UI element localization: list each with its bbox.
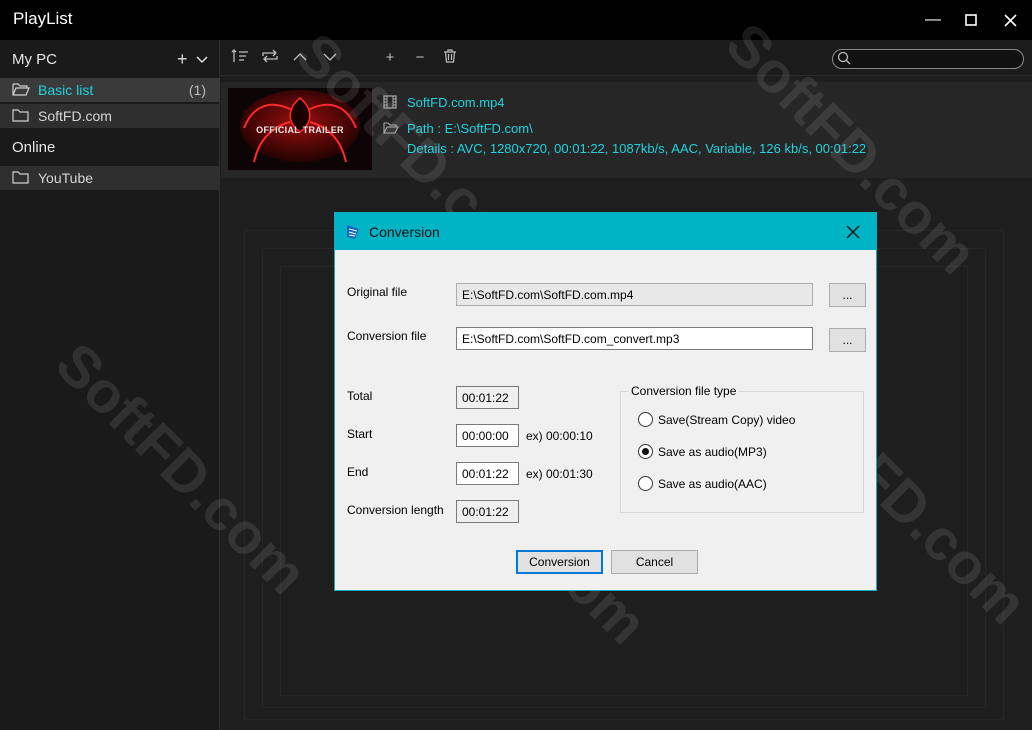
sidebar-item-label: YouTube (38, 170, 94, 186)
original-file-field[interactable]: E:\SoftFD.com\SoftFD.com.mp4 (456, 283, 813, 306)
folder-icon (12, 170, 30, 187)
start-example: ex) 00:00:10 (526, 429, 593, 443)
radio-label: Save as audio(MP3) (658, 445, 767, 459)
radio-audio-aac[interactable]: Save as audio(AAC) (638, 476, 858, 494)
total-field: 00:01:22 (456, 386, 519, 409)
app-title: PlayList (13, 9, 73, 28)
repeat-icon[interactable] (259, 49, 281, 67)
file-name: SoftFD.com.mp4 (407, 95, 505, 110)
sidebar-item-youtube[interactable]: YouTube (0, 166, 220, 190)
dialog-title: Conversion (369, 224, 440, 240)
start-label: Start (347, 427, 373, 441)
search-icon (837, 51, 851, 70)
file-details: Details : AVC, 1280x720, 00:01:22, 1087k… (407, 141, 867, 156)
film-icon (383, 95, 397, 114)
end-label: End (347, 465, 369, 479)
close-icon[interactable] (999, 10, 1021, 30)
browse-conversion-button[interactable]: ... (829, 328, 866, 352)
chevron-down-icon[interactable] (196, 52, 208, 70)
open-folder-icon (383, 121, 399, 139)
open-folder-icon (12, 82, 30, 99)
video-thumbnail: OFFICIAL TRAILER (228, 88, 372, 170)
title-bar: PlayList — (0, 0, 1032, 40)
move-down-icon[interactable] (319, 49, 341, 67)
add-icon[interactable]: + (177, 49, 188, 70)
sidebar-item-label: Basic list (38, 82, 94, 98)
conversion-button[interactable]: Conversion (516, 550, 603, 574)
browse-original-button[interactable]: ... (829, 283, 866, 307)
folder-icon (12, 108, 30, 125)
radio-circle (638, 412, 653, 427)
original-file-label: Original file (347, 285, 408, 299)
sidebar-item-label: SoftFD.com (38, 108, 112, 124)
dialog-header: Conversion (335, 213, 876, 250)
radio-circle (638, 476, 653, 491)
file-path: Path : E:\SoftFD.com\ (407, 121, 533, 136)
radio-label: Save(Stream Copy) video (658, 413, 796, 427)
radio-dot (642, 448, 649, 455)
dialog-close-icon[interactable] (843, 222, 863, 242)
move-up-icon[interactable] (289, 49, 311, 67)
radio-stream-copy[interactable]: Save(Stream Copy) video (638, 412, 858, 430)
radio-circle-selected (638, 444, 653, 459)
trash-icon[interactable] (439, 49, 461, 67)
search-input[interactable] (832, 49, 1024, 69)
add-icon[interactable]: + (379, 49, 401, 67)
total-label: Total (347, 389, 373, 403)
playlist-item[interactable]: OFFICIAL TRAILER SoftFD.com.mp4 Path : E… (221, 82, 1032, 178)
file-type-group-title: Conversion file type (628, 384, 740, 398)
sort-icon[interactable] (229, 49, 251, 67)
radio-audio-mp3[interactable]: Save as audio(MP3) (638, 444, 858, 462)
cancel-button[interactable]: Cancel (611, 550, 698, 574)
conversion-file-label: Conversion file (347, 329, 427, 343)
conversion-file-field[interactable]: E:\SoftFD.com\SoftFD.com_convert.mp3 (456, 327, 813, 350)
item-count: (1) (188, 82, 206, 98)
sidebar-section-my-pc: My PC (12, 51, 57, 68)
sidebar-item-softfd[interactable]: SoftFD.com (0, 104, 220, 128)
remove-icon[interactable]: − (409, 49, 431, 67)
conversion-length-field: 00:01:22 (456, 500, 519, 523)
sidebar: My PC + Basic list (1) SoftFD.com Online… (0, 40, 220, 730)
sidebar-section-online: Online (12, 139, 56, 156)
end-example: ex) 00:01:30 (526, 467, 593, 481)
conversion-dialog: Conversion Original file E:\SoftFD.com\S… (334, 212, 877, 591)
maximize-icon[interactable] (960, 10, 982, 30)
app-logo-icon (345, 223, 361, 246)
start-field[interactable]: 00:00:00 (456, 424, 519, 447)
sidebar-item-basic-list[interactable]: Basic list (1) (0, 78, 220, 102)
minimize-icon[interactable]: — (922, 10, 944, 30)
conversion-length-label: Conversion length (347, 503, 444, 517)
thumbnail-caption: OFFICIAL TRAILER (256, 125, 344, 135)
playlist-toolbar: + − (221, 40, 1032, 76)
end-field[interactable]: 00:01:22 (456, 462, 519, 485)
radio-label: Save as audio(AAC) (658, 477, 767, 491)
